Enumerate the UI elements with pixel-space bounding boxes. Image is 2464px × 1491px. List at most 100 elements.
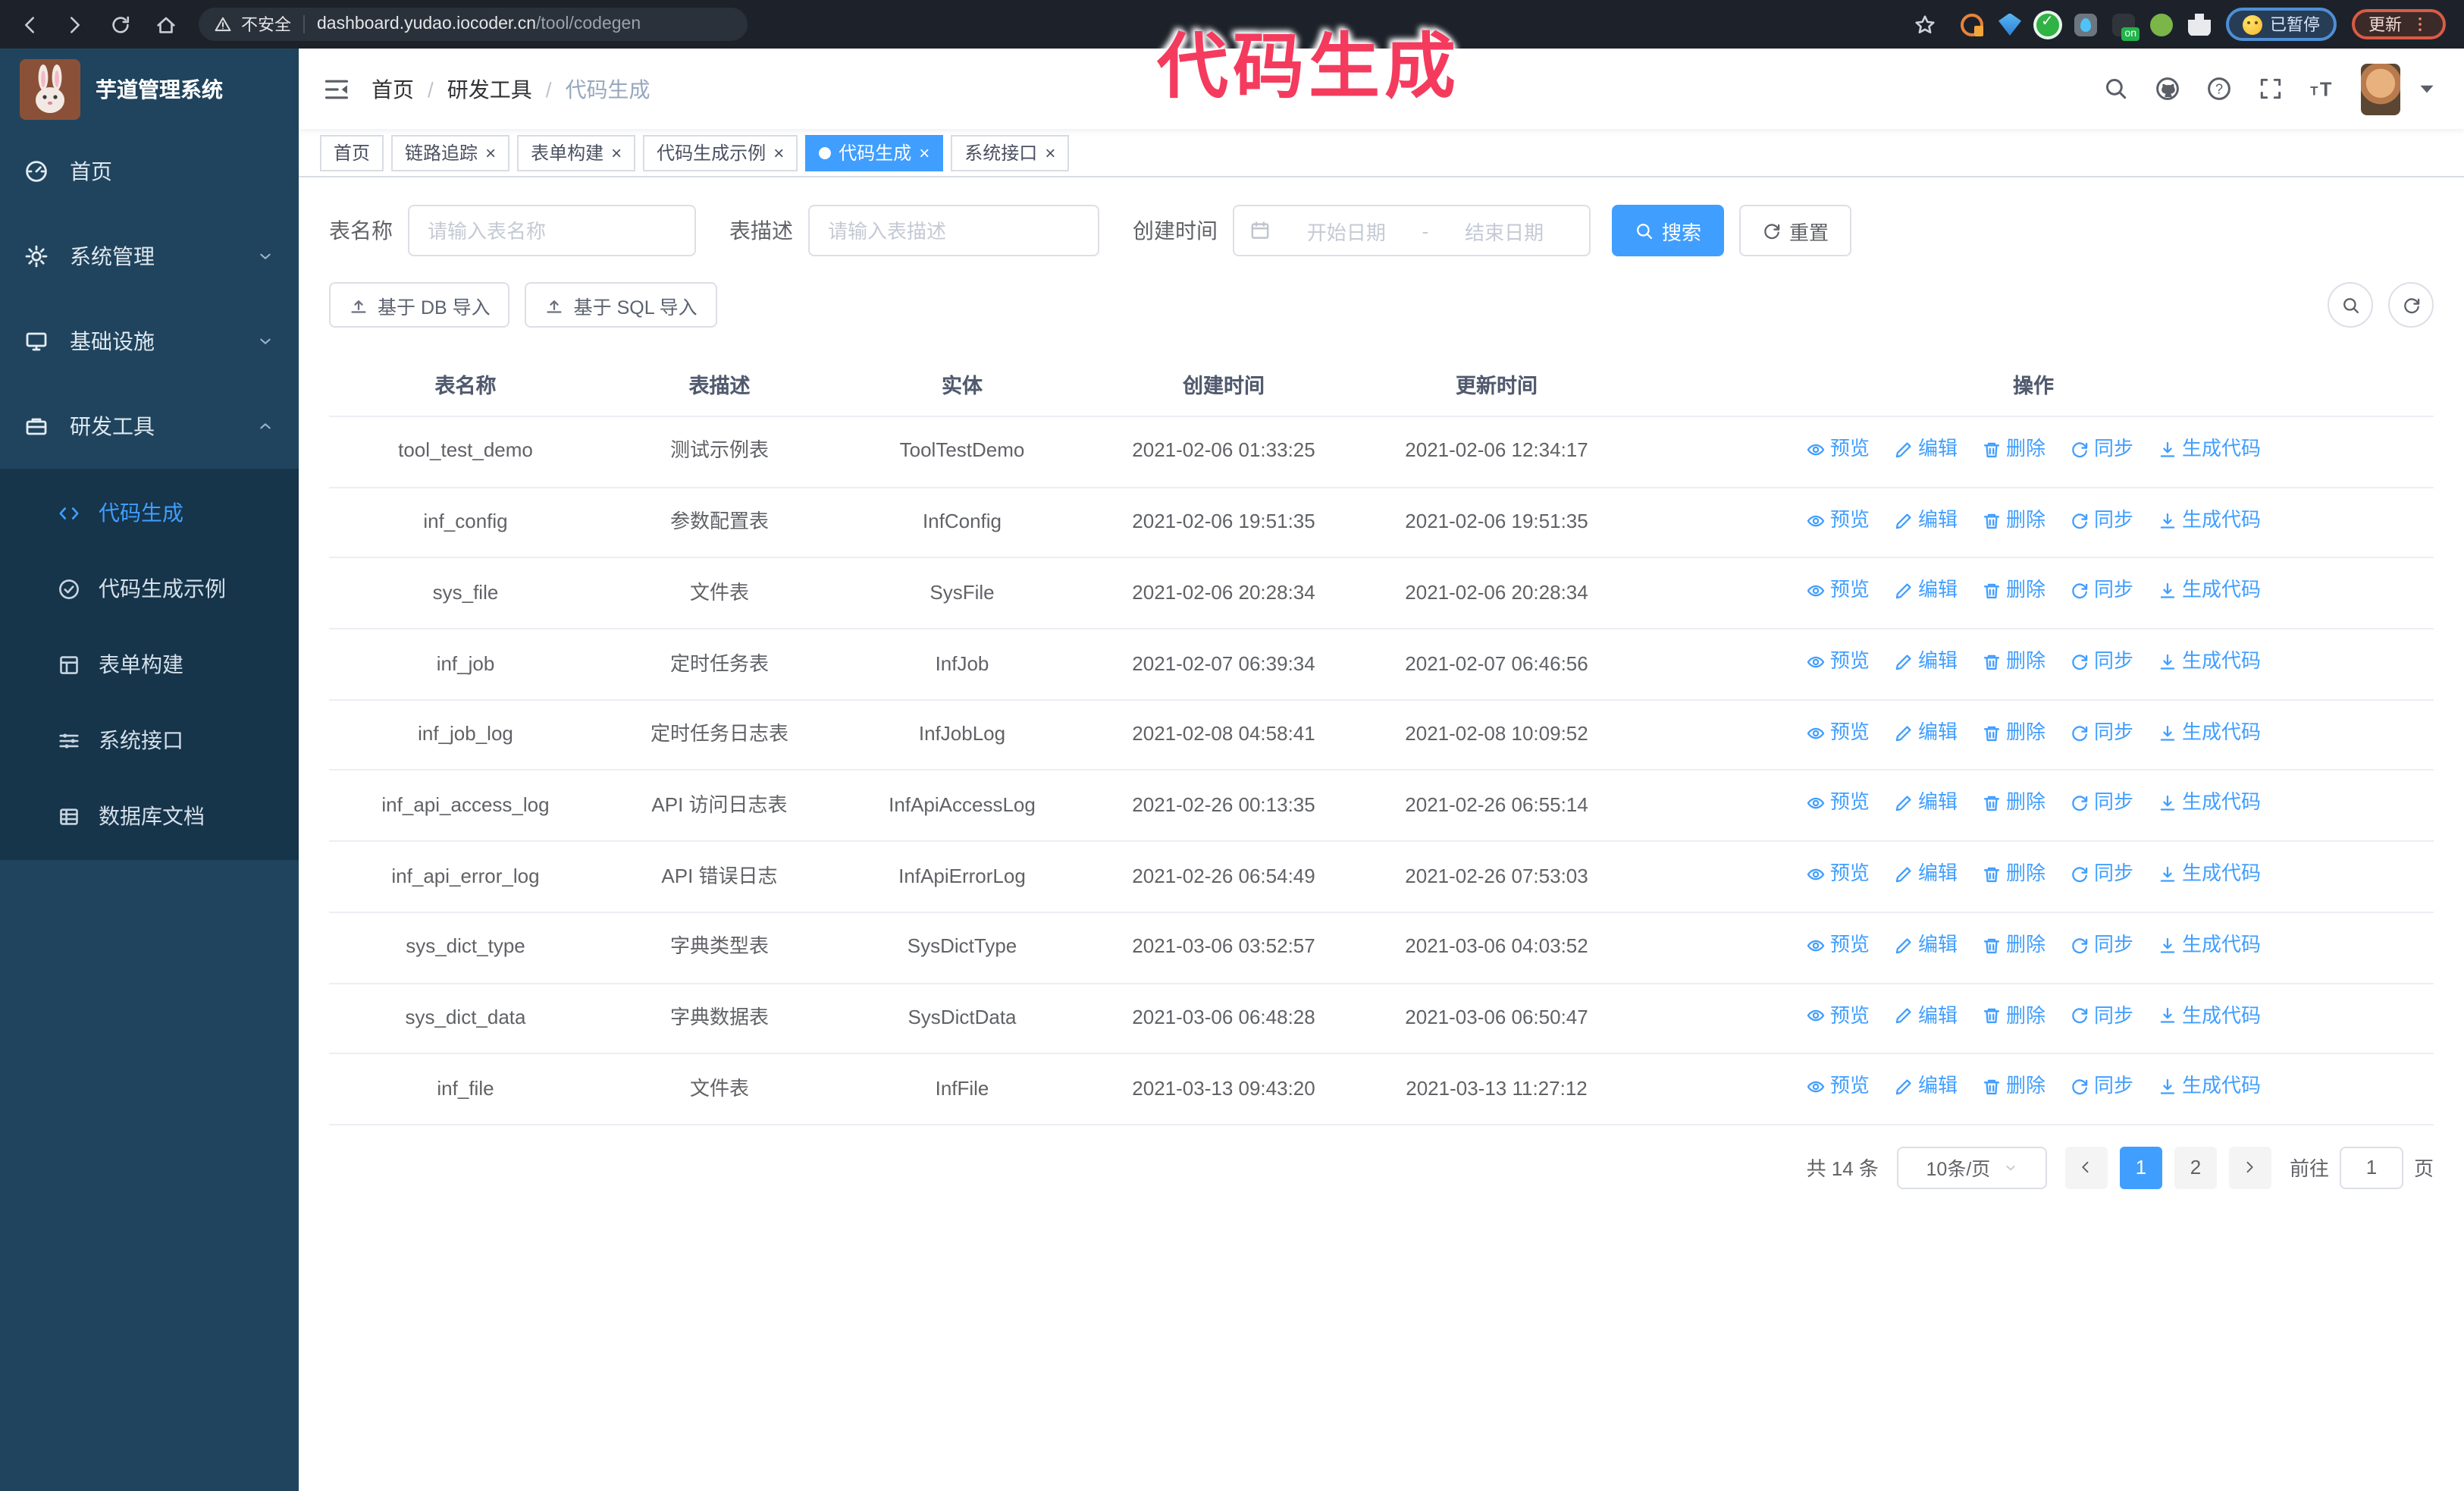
- sidebar-subitem[interactable]: 代码生成示例: [0, 551, 299, 626]
- action-edit-link[interactable]: 编辑: [1894, 930, 1958, 962]
- home-icon[interactable]: [155, 13, 177, 36]
- tab-item[interactable]: 代码生成示例 ×: [643, 134, 798, 171]
- action-edit-link[interactable]: 编辑: [1894, 646, 1958, 678]
- table-desc-input[interactable]: [808, 205, 1099, 256]
- action-generate-link[interactable]: 生成代码: [2158, 1071, 2261, 1103]
- breadcrumb-item[interactable]: 首页: [371, 74, 414, 104]
- tab-active[interactable]: 代码生成 ×: [805, 134, 944, 171]
- action-sync-link[interactable]: 同步: [2070, 646, 2133, 678]
- action-preview-link[interactable]: 预览: [1806, 1000, 1870, 1032]
- action-generate-link[interactable]: 生成代码: [2158, 717, 2261, 749]
- help-icon[interactable]: ?: [2206, 76, 2232, 102]
- action-edit-link[interactable]: 编辑: [1894, 434, 1958, 466]
- green-check-extension-icon[interactable]: [2036, 13, 2059, 36]
- action-edit-link[interactable]: 编辑: [1894, 788, 1958, 820]
- action-preview-link[interactable]: 预览: [1806, 788, 1870, 820]
- action-sync-link[interactable]: 同步: [2070, 788, 2133, 820]
- forward-icon[interactable]: [64, 13, 86, 36]
- action-generate-link[interactable]: 生成代码: [2158, 504, 2261, 536]
- action-delete-link[interactable]: 删除: [1982, 930, 2045, 962]
- action-edit-link[interactable]: 编辑: [1894, 859, 1958, 890]
- goto-page-input[interactable]: [2339, 1146, 2403, 1189]
- import-db-button[interactable]: 基于 DB 导入: [329, 282, 510, 328]
- action-generate-link[interactable]: 生成代码: [2158, 1000, 2261, 1032]
- action-generate-link[interactable]: 生成代码: [2158, 576, 2261, 607]
- action-delete-link[interactable]: 删除: [1982, 504, 2045, 536]
- action-edit-link[interactable]: 编辑: [1894, 576, 1958, 607]
- search-button[interactable]: 搜索: [1612, 205, 1725, 256]
- sidebar-subitem[interactable]: 数据库文档: [0, 778, 299, 854]
- action-sync-link[interactable]: 同步: [2070, 859, 2133, 890]
- prev-page-button[interactable]: [2064, 1146, 2108, 1189]
- action-sync-link[interactable]: 同步: [2070, 434, 2133, 466]
- green-round-extension-icon[interactable]: [2150, 13, 2173, 36]
- chevron-down-icon[interactable]: [2414, 76, 2440, 102]
- sidebar-item[interactable]: 研发工具: [0, 384, 299, 469]
- font-size-icon[interactable]: TT: [2309, 76, 2335, 102]
- action-preview-link[interactable]: 预览: [1806, 1071, 1870, 1103]
- tab-item[interactable]: 系统接口 ×: [951, 134, 1070, 171]
- profile-paused-badge[interactable]: 已暂停: [2226, 8, 2337, 41]
- action-delete-link[interactable]: 删除: [1982, 434, 2045, 466]
- blue-gem-extension-icon[interactable]: [1998, 13, 2021, 36]
- action-edit-link[interactable]: 编辑: [1894, 717, 1958, 749]
- ellipsis-menu-icon[interactable]: [2411, 15, 2429, 33]
- tab-item[interactable]: 链路追踪 ×: [391, 134, 510, 171]
- close-icon[interactable]: ×: [773, 143, 784, 162]
- back-icon[interactable]: [18, 13, 41, 36]
- action-sync-link[interactable]: 同步: [2070, 930, 2133, 962]
- gray-drop-extension-icon[interactable]: [2074, 13, 2097, 36]
- sidebar-item[interactable]: 首页: [0, 129, 299, 214]
- tab-item[interactable]: 首页: [320, 134, 384, 171]
- import-sql-button[interactable]: 基于 SQL 导入: [525, 282, 717, 328]
- close-icon[interactable]: ×: [919, 143, 929, 162]
- action-delete-link[interactable]: 删除: [1982, 1000, 2045, 1032]
- page-size-select[interactable]: 10条/页: [1896, 1146, 2047, 1189]
- action-sync-link[interactable]: 同步: [2070, 576, 2133, 607]
- action-delete-link[interactable]: 删除: [1982, 576, 2045, 607]
- toggle-search-button[interactable]: [2328, 282, 2373, 328]
- action-preview-link[interactable]: 预览: [1806, 859, 1870, 890]
- action-preview-link[interactable]: 预览: [1806, 930, 1870, 962]
- action-preview-link[interactable]: 预览: [1806, 717, 1870, 749]
- action-sync-link[interactable]: 同步: [2070, 717, 2133, 749]
- close-icon[interactable]: ×: [485, 143, 496, 162]
- hamburger-icon[interactable]: [323, 75, 350, 102]
- close-icon[interactable]: ×: [611, 143, 622, 162]
- dark-on-extension-icon[interactable]: [2112, 13, 2140, 40]
- action-sync-link[interactable]: 同步: [2070, 1071, 2133, 1103]
- action-delete-link[interactable]: 删除: [1982, 646, 2045, 678]
- action-edit-link[interactable]: 编辑: [1894, 1071, 1958, 1103]
- tab-item[interactable]: 表单构建 ×: [517, 134, 636, 171]
- sidebar-item[interactable]: 系统管理: [0, 214, 299, 299]
- bookmark-star-icon[interactable]: [1914, 13, 1936, 36]
- action-preview-link[interactable]: 预览: [1806, 646, 1870, 678]
- action-generate-link[interactable]: 生成代码: [2158, 859, 2261, 890]
- next-page-button[interactable]: [2228, 1146, 2271, 1189]
- action-delete-link[interactable]: 删除: [1982, 788, 2045, 820]
- action-sync-link[interactable]: 同步: [2070, 504, 2133, 536]
- table-name-input[interactable]: [408, 205, 696, 256]
- user-avatar[interactable]: [2361, 63, 2400, 115]
- action-edit-link[interactable]: 编辑: [1894, 504, 1958, 536]
- action-generate-link[interactable]: 生成代码: [2158, 788, 2261, 820]
- reset-button[interactable]: 重置: [1739, 205, 1852, 256]
- page-button-2[interactable]: 2: [2174, 1146, 2217, 1189]
- date-range-picker[interactable]: 开始日期 - 结束日期: [1233, 205, 1591, 256]
- action-delete-link[interactable]: 删除: [1982, 1071, 2045, 1103]
- sidebar-subitem[interactable]: 系统接口: [0, 702, 299, 778]
- action-generate-link[interactable]: 生成代码: [2158, 434, 2261, 466]
- action-delete-link[interactable]: 删除: [1982, 717, 2045, 749]
- action-preview-link[interactable]: 预览: [1806, 504, 1870, 536]
- action-generate-link[interactable]: 生成代码: [2158, 930, 2261, 962]
- action-sync-link[interactable]: 同步: [2070, 1000, 2133, 1032]
- puzzle-extension-icon[interactable]: [2188, 13, 2211, 36]
- breadcrumb-item[interactable]: 研发工具: [447, 74, 532, 104]
- close-icon[interactable]: ×: [1045, 143, 1055, 162]
- action-generate-link[interactable]: 生成代码: [2158, 646, 2261, 678]
- action-preview-link[interactable]: 预览: [1806, 576, 1870, 607]
- action-delete-link[interactable]: 删除: [1982, 859, 2045, 890]
- orange-extension-icon[interactable]: [1961, 13, 1983, 36]
- reload-icon[interactable]: [109, 13, 132, 36]
- page-button-1[interactable]: 1: [2119, 1146, 2162, 1189]
